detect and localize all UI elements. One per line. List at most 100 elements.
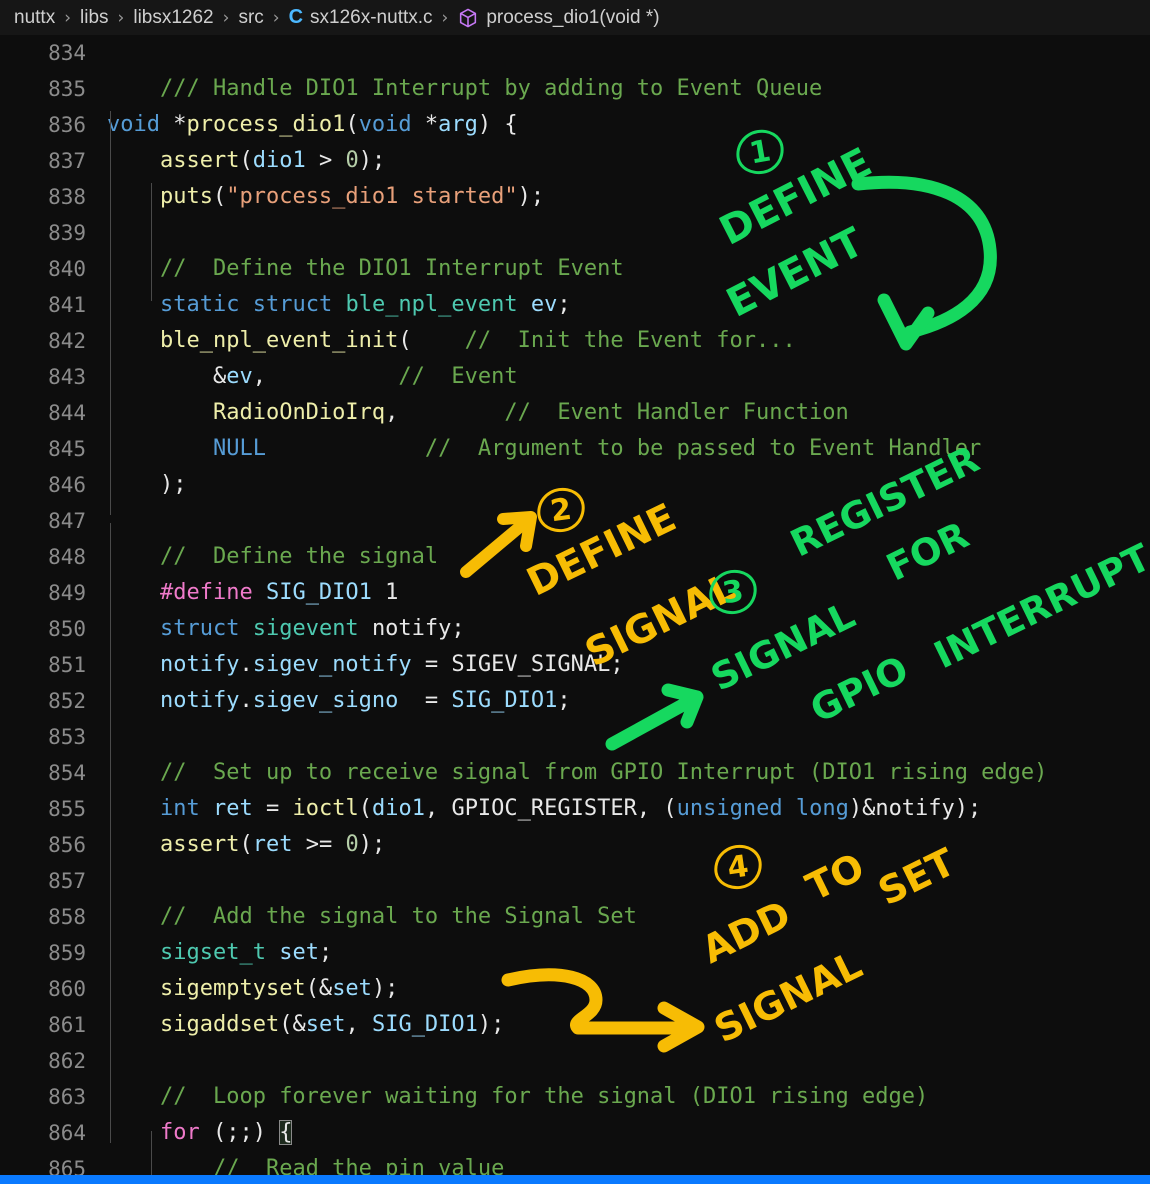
line-number: 864 xyxy=(48,1121,86,1145)
breadcrumb-label: libs xyxy=(80,6,109,28)
code-token: ( xyxy=(345,112,359,137)
code-token: ble_npl_event xyxy=(345,292,518,317)
code-token: dio1 xyxy=(371,796,425,821)
code-line[interactable]: 848 // Define the signal xyxy=(0,539,1150,575)
code-token: for xyxy=(159,1120,200,1145)
line-number: 847 xyxy=(48,509,86,533)
line-number: 848 xyxy=(48,545,86,569)
code-line[interactable]: 849 #define SIG_DIO1 1 xyxy=(0,575,1150,611)
breadcrumb-item-src[interactable]: src xyxy=(238,7,263,29)
code-line[interactable]: 846 ); xyxy=(0,467,1150,503)
code-line[interactable]: 843 &ev, // Event xyxy=(0,359,1150,395)
code-line[interactable]: 840 // Define the DIO1 Interrupt Event xyxy=(0,251,1150,287)
code-token: sigev_notify xyxy=(252,652,412,677)
breadcrumb-label: src xyxy=(238,6,264,28)
code-token: , xyxy=(252,364,399,389)
line-number: 856 xyxy=(48,833,86,857)
code-line[interactable]: 860 sigemptyset(&set); xyxy=(0,971,1150,1007)
code-token: // Event Handler Function xyxy=(504,400,849,425)
code-token: struct xyxy=(159,616,240,641)
line-number: 854 xyxy=(48,761,86,785)
status-bar[interactable] xyxy=(0,1175,1150,1184)
line-number: 860 xyxy=(48,977,86,1001)
code-line[interactable]: 863 // Loop forever waiting for the sign… xyxy=(0,1079,1150,1115)
code-token: 0 xyxy=(345,148,359,173)
chevron-right-icon: › xyxy=(272,7,280,28)
line-text: for (;;) { xyxy=(107,1115,293,1151)
code-line[interactable]: 865 // Read the pin value xyxy=(0,1151,1150,1177)
line-text: static struct ble_npl_event ev; xyxy=(107,287,571,323)
line-text: // Add the signal to the Signal Set xyxy=(107,899,637,935)
line-number: 845 xyxy=(48,437,86,461)
code-token: set xyxy=(279,940,319,965)
code-line[interactable]: 847 xyxy=(0,503,1150,539)
code-token: arg xyxy=(438,112,478,137)
code-token: ); xyxy=(517,184,545,209)
breadcrumb-item-nuttx[interactable]: nuttx xyxy=(14,7,55,29)
code-token: . xyxy=(239,652,253,677)
code-line[interactable]: 858 // Add the signal to the Signal Set xyxy=(0,899,1150,935)
line-number: 839 xyxy=(48,221,86,245)
code-token: set xyxy=(332,976,372,1001)
code-line[interactable]: 844 RadioOnDioIrq, // Event Handler Func… xyxy=(0,395,1150,431)
code-line[interactable]: 857 xyxy=(0,863,1150,899)
code-token: static xyxy=(159,292,240,317)
code-token: , xyxy=(345,1012,372,1037)
code-token: NULL xyxy=(212,436,266,461)
code-line[interactable]: 838 puts("process_dio1 started"); xyxy=(0,179,1150,215)
code-token: // Init the Event for... xyxy=(464,328,796,353)
code-line[interactable]: 839 xyxy=(0,215,1150,251)
code-line[interactable]: 864 for (;;) { xyxy=(0,1115,1150,1151)
code-line[interactable]: 859 sigset_t set; xyxy=(0,935,1150,971)
code-editor[interactable]: 834 835 /// Handle DIO1 Interrupt by addi… xyxy=(0,35,1150,1177)
line-text: sigaddset(&set, SIG_DIO1); xyxy=(107,1007,504,1043)
code-token: SIG_DIO1 xyxy=(265,580,372,605)
code-line[interactable]: 854 // Set up to receive signal from GPI… xyxy=(0,755,1150,791)
line-text: ); xyxy=(107,467,187,503)
symbol-cube-icon xyxy=(457,7,479,29)
code-line[interactable]: 850 struct sigevent notify; xyxy=(0,611,1150,647)
code-line[interactable]: 837 assert(dio1 > 0); xyxy=(0,143,1150,179)
line-text: // Set up to receive signal from GPIO In… xyxy=(107,755,1047,791)
code-token: ( xyxy=(358,796,372,821)
code-line[interactable]: 862 xyxy=(0,1043,1150,1079)
line-number: 857 xyxy=(48,869,86,893)
code-line[interactable]: 853 xyxy=(0,719,1150,755)
code-line[interactable]: 835 /// Handle DIO1 Interrupt by adding … xyxy=(0,71,1150,107)
breadcrumb-item-symbol[interactable]: process_dio1(void *) xyxy=(457,7,660,29)
line-number: 835 xyxy=(48,77,86,101)
code-token: = SIGEV_SIGNAL; xyxy=(411,652,624,677)
code-token: SIG_DIO1 xyxy=(451,688,558,713)
code-line[interactable]: 856 assert(ret >= 0); xyxy=(0,827,1150,863)
line-text: sigemptyset(&set); xyxy=(107,971,398,1007)
breadcrumb-item-libsx1262[interactable]: libsx1262 xyxy=(133,7,213,29)
line-number: 858 xyxy=(48,905,86,929)
code-line[interactable]: 836 void *process_dio1(void *arg) { xyxy=(0,107,1150,143)
code-lines-container[interactable]: 834 835 /// Handle DIO1 Interrupt by addi… xyxy=(0,35,1150,1177)
line-number: 841 xyxy=(48,293,86,317)
code-line[interactable]: 852 notify.sigev_signo = SIG_DIO1; xyxy=(0,683,1150,719)
breadcrumb-item-libs[interactable]: libs xyxy=(80,7,109,29)
code-line[interactable]: 841 static struct ble_npl_event ev; xyxy=(0,287,1150,323)
code-line[interactable]: 851 notify.sigev_notify = SIGEV_SIGNAL; xyxy=(0,647,1150,683)
code-line[interactable]: 845 NULL // Argument to be passed to Eve… xyxy=(0,431,1150,467)
code-token: #define xyxy=(159,580,253,605)
code-line[interactable]: 834 xyxy=(0,35,1150,71)
breadcrumb-item-file[interactable]: C sx126x-nuttx.c xyxy=(289,6,433,29)
line-text: struct sigevent notify; xyxy=(107,611,465,647)
code-token: (& xyxy=(279,1012,306,1037)
code-token: ; xyxy=(557,688,571,713)
code-token: >= xyxy=(292,832,346,857)
code-line[interactable]: 855 int ret = ioctl(dio1, GPIOC_REGISTER… xyxy=(0,791,1150,827)
chevron-right-icon: › xyxy=(441,7,449,28)
code-line[interactable]: 861 sigaddset(&set, SIG_DIO1); xyxy=(0,1007,1150,1043)
code-token: sigemptyset xyxy=(159,976,306,1001)
code-token: * xyxy=(411,112,439,137)
code-token: ) { xyxy=(477,112,518,137)
code-line[interactable]: 842 ble_npl_event_init( // Init the Even… xyxy=(0,323,1150,359)
line-text: // Define the signal xyxy=(107,539,438,575)
